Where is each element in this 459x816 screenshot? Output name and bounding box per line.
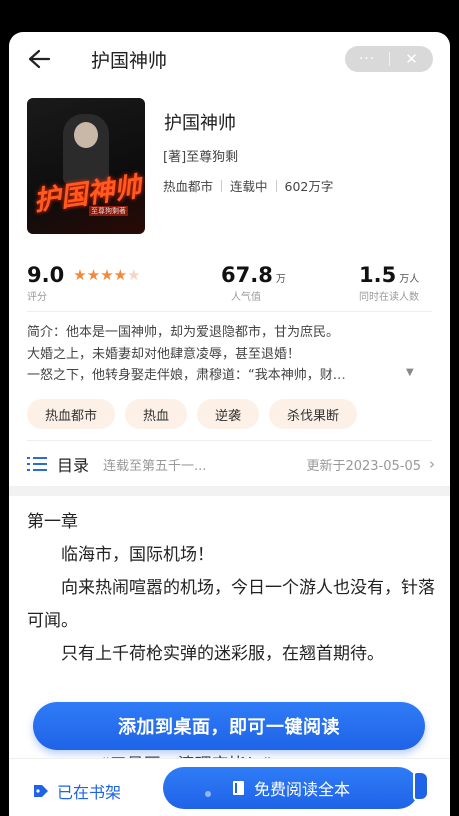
read-full-button[interactable]: 免费阅读全本 — [163, 767, 419, 809]
star-icon: ★ — [73, 266, 87, 284]
rating-stars: ★★★★★ — [73, 266, 140, 284]
chevron-right-icon: › — [429, 455, 435, 473]
book-word-count: 602万字 — [284, 179, 334, 194]
star-icon: ★ — [100, 266, 114, 284]
page-header: 护国神帅 ··· ✕ — [9, 32, 450, 86]
read-full-label: 免费阅读全本 — [253, 780, 350, 799]
bookshelf-label: 已在书架 — [57, 783, 122, 802]
book-title: 护国神帅 — [164, 113, 236, 134]
expand-intro-icon[interactable]: ▼ — [406, 367, 414, 378]
book-status: 连载中 — [230, 179, 268, 194]
chapter-title: 第一章 — [27, 512, 78, 532]
rating-stat: 9.0 ★★★★★ 评分 — [27, 263, 141, 303]
star-icon: ★ — [127, 266, 141, 284]
readers-stat: 1.5 万人 同时在读人数 — [359, 263, 419, 303]
tag-item[interactable]: 逆袭 — [197, 399, 260, 429]
tag-item[interactable]: 杀伐果断 — [269, 399, 358, 429]
catalog-updated-date: 更新于2023-05-05 — [306, 458, 421, 474]
tag-list: 热血都市 热血 逆袭 杀伐果断 — [27, 399, 367, 429]
close-button[interactable]: ✕ — [390, 46, 433, 72]
divider — [27, 311, 432, 312]
book-cover[interactable]: 护国神帅 至尊狗剩著 — [27, 98, 145, 234]
more-button[interactable]: ··· — [345, 46, 389, 72]
catalog-label: 目录 — [57, 456, 90, 475]
star-icon: ★ — [113, 266, 128, 284]
app-screen: 护国神帅 ··· ✕ 护国神帅 至尊狗剩著 护国神帅 [著]至尊狗剩 热血都市 … — [9, 32, 450, 816]
catalog-row[interactable]: 目录 连载至第五千一... 更新于2023-05-05 › — [27, 448, 435, 480]
section-separator — [9, 486, 450, 496]
popularity-label: 人气值 — [231, 292, 261, 303]
popularity-unit: 万 — [275, 274, 286, 285]
book-intro[interactable]: 简介：他本是一国神帅，却为爱退隐都市，甘为庶民。 大婚之上，未婚妻却对他肆意凌辱… — [27, 322, 427, 387]
meta-divider — [221, 179, 223, 192]
chapter-text: 临海市，国际机场！ 向来热闹喧嚣的机场，今日一个游人也没有，针落可闻。 只有上千… — [27, 539, 435, 775]
status-bar — [0, 0, 459, 32]
intro-line: 简介：他本是一国神帅，却为爱退隐都市，甘为庶民。 — [27, 325, 340, 340]
home-indicator — [205, 791, 211, 797]
popularity-value: 67.8 — [221, 263, 273, 287]
bookshelf-button[interactable]: 已在书架 — [33, 779, 121, 803]
tag-item[interactable]: 热血都市 — [27, 399, 116, 429]
book-icon — [232, 781, 244, 795]
book-genre: 热血都市 — [163, 179, 214, 194]
bookmark-tag-icon — [34, 785, 48, 797]
list-icon — [27, 457, 47, 471]
book-author[interactable]: [著]至尊狗剩 — [163, 146, 238, 165]
cover-subtitle: 至尊狗剩著 — [89, 206, 128, 216]
divider — [27, 440, 432, 441]
rating-score: 9.0 — [27, 263, 65, 287]
chapter-paragraph: 只有上千荷枪实弹的迷彩服，在翘首期待。 — [61, 644, 384, 664]
meta-divider — [275, 179, 277, 192]
tag-item[interactable]: 热血 — [125, 399, 188, 429]
side-drawer-handle[interactable] — [413, 771, 429, 801]
catalog-latest-chapter: 连载至第五千一... — [103, 458, 207, 474]
intro-line: 大婚之上，未婚妻却对他肆意凌辱，甚至退婚！ — [27, 346, 301, 362]
book-meta: 热血都市 连载中 602万字 — [163, 176, 333, 195]
add-to-desktop-button[interactable]: 添加到桌面，即可一键阅读 — [33, 702, 425, 750]
bottom-action-bar: 已在书架 免费阅读全本 — [9, 758, 450, 816]
chapter-paragraph: 向来热闹喧嚣的机场，今日一个游人也没有，针落可闻。 — [27, 578, 435, 631]
rating-label: 评分 — [27, 292, 47, 303]
back-arrow-icon[interactable] — [27, 48, 51, 70]
star-icon: ★ — [86, 266, 101, 284]
readers-value: 1.5 — [359, 263, 397, 287]
intro-line: 一怒之下，他转身娶走伴娘，肃穆道：“我本神帅，财… — [27, 368, 346, 383]
chapter-paragraph: 临海市，国际机场！ — [61, 545, 214, 565]
page-title: 护国神帅 — [91, 50, 168, 72]
miniapp-capsule: ··· ✕ — [345, 46, 433, 72]
readers-label: 同时在读人数 — [359, 292, 419, 303]
popularity-stat: 67.8 万 人气值 — [221, 263, 286, 303]
readers-unit: 万人 — [399, 274, 420, 285]
cover-face — [74, 122, 98, 148]
